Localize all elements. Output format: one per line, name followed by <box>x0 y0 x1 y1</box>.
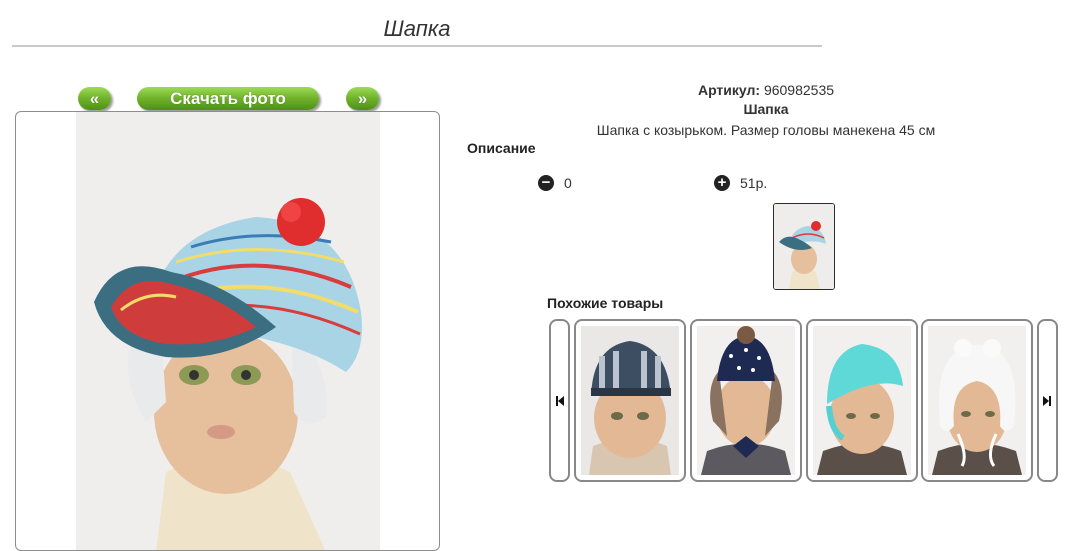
download-photo-button[interactable]: Скачать фото <box>137 87 319 110</box>
similar-product-image <box>697 326 795 475</box>
plus-icon[interactable]: + <box>714 175 730 191</box>
article-label: Артикул: <box>697 82 761 98</box>
article-value: 960982535 <box>763 82 835 98</box>
product-short-description: Шапка с козырьком. Размер головы манекен… <box>596 122 936 138</box>
product-name: Шапка <box>743 101 789 117</box>
minus-icon[interactable]: − <box>538 175 554 191</box>
similar-product-4[interactable] <box>921 319 1033 482</box>
similar-product-1[interactable] <box>574 319 686 482</box>
skip-forward-icon <box>1043 396 1051 406</box>
photo-thumbnail[interactable] <box>773 203 835 290</box>
description-heading: Описание <box>467 140 536 156</box>
skip-back-icon <box>556 396 564 406</box>
similar-next-button[interactable] <box>1037 319 1058 482</box>
quantity-control: − 0 <box>538 175 572 191</box>
similar-product-image <box>928 326 1026 475</box>
similar-products-heading: Похожие товары <box>547 295 664 311</box>
price-control: + 51р. <box>714 175 767 191</box>
prev-photo-button[interactable]: « <box>78 87 111 110</box>
page-title: Шапка <box>383 16 451 41</box>
article-line: Артикул: 960982535 <box>466 82 1066 98</box>
next-photo-button[interactable]: » <box>346 87 379 110</box>
similar-product-3[interactable] <box>806 319 918 482</box>
quantity-value: 0 <box>564 175 572 191</box>
similar-product-2[interactable] <box>690 319 802 482</box>
main-photo-frame <box>15 111 440 551</box>
similar-prev-button[interactable] <box>549 319 570 482</box>
title-divider <box>12 45 822 47</box>
price-value: 51р. <box>740 175 768 191</box>
similar-product-image <box>581 326 679 475</box>
similar-product-image <box>813 326 911 475</box>
main-product-photo[interactable] <box>76 112 380 550</box>
